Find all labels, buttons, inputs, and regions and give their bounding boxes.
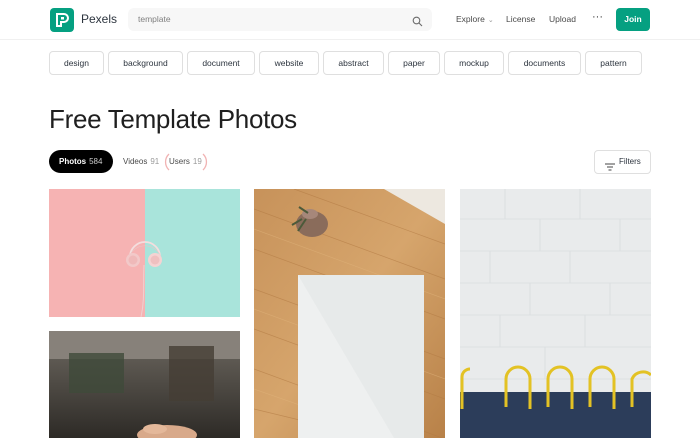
tab-videos[interactable]: Videos 91 [123,157,159,166]
photo-headphones[interactable] [49,189,240,317]
tab-photos-label: Photos [59,157,87,166]
search-input-value[interactable]: template [138,14,171,24]
tab-users[interactable]: Users 19 [163,150,209,174]
filters-label: Filters [619,157,641,166]
search-input[interactable]: template [128,8,432,31]
tag-design[interactable]: design [49,51,104,75]
nav-upload[interactable]: Upload [549,14,576,24]
nav-explore-label: Explore [456,14,485,24]
tag-paper[interactable]: paper [388,51,440,75]
search-icon[interactable] [412,14,423,32]
brand-name[interactable]: Pexels [81,12,117,26]
filters-icon [605,158,615,180]
more-menu-icon[interactable]: ··· [592,11,603,23]
tab-videos-count: 91 [150,157,160,166]
nav-explore[interactable]: Explore ⌄ [456,14,494,24]
pexels-logo-icon[interactable] [50,8,74,32]
tag-website[interactable]: website [259,51,319,75]
photo-yellow-arches[interactable] [460,189,651,438]
tab-photos[interactable]: Photos 584 [49,150,113,173]
tag-abstract[interactable]: abstract [323,51,384,75]
photo-dark-room[interactable] [49,331,240,438]
tag-pattern[interactable]: pattern [585,51,642,75]
photo-paper-on-wood[interactable] [254,189,445,438]
focus-ring-icon [164,153,208,171]
join-button[interactable]: Join [616,8,650,31]
tag-background[interactable]: background [108,51,183,75]
tag-mockup[interactable]: mockup [444,51,504,75]
chevron-down-icon: ⌄ [487,17,494,24]
tab-videos-label: Videos [123,157,148,166]
top-header: Pexels template Explore ⌄ License Upload … [0,0,700,40]
filters-button[interactable]: Filters [594,150,651,174]
page-title: Free Template Photos [49,104,297,134]
nav-license[interactable]: License [506,14,535,24]
tag-document[interactable]: document [187,51,255,75]
tab-photos-count: 584 [89,157,103,166]
tag-documents[interactable]: documents [508,51,581,75]
